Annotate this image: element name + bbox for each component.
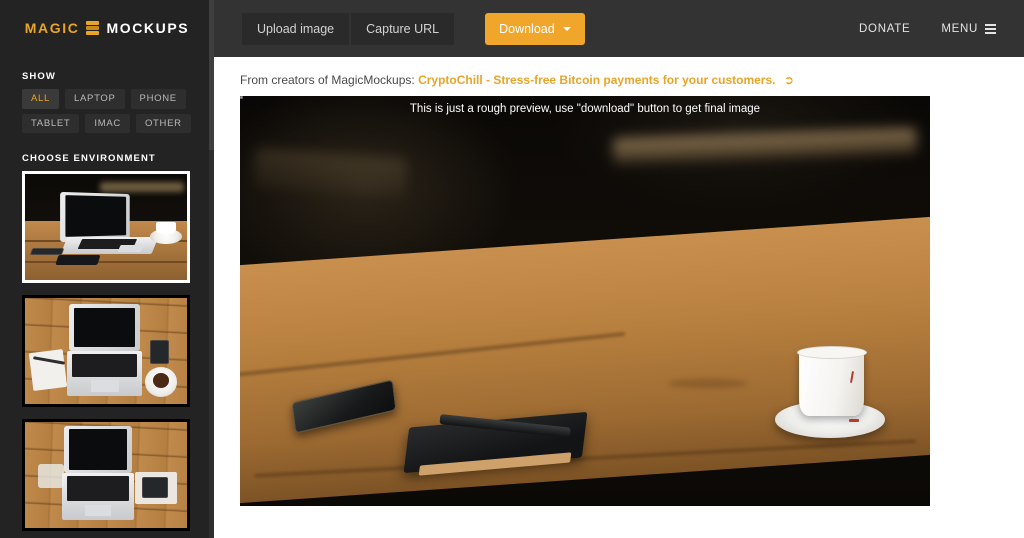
upload-image-button[interactable]: Upload image xyxy=(242,12,350,45)
filter-chip-all[interactable]: ALL xyxy=(22,89,60,109)
promo-prefix: From creators of MagicMockups: xyxy=(240,73,415,87)
preview-photo: MacBook Air xyxy=(240,96,930,506)
logo-text-magic: MAGIC xyxy=(24,20,80,36)
filter-chip-laptop[interactable]: LAPTOP xyxy=(65,89,125,109)
environment-thumbnail-2[interactable] xyxy=(22,295,190,407)
table-grain xyxy=(667,378,748,388)
promo-link[interactable]: CryptoChill - Stress-free Bitcoin paymen… xyxy=(418,73,775,87)
app-logo[interactable]: MAGIC MOCKUPS xyxy=(0,0,214,56)
environment-thumbnail-3[interactable] xyxy=(22,419,190,531)
promo-banner: From creators of MagicMockups: CryptoChi… xyxy=(214,57,1024,96)
stacked-bars-icon xyxy=(86,20,100,36)
filter-chip-group: ALL LAPTOP PHONE TABLET IMAC OTHER xyxy=(0,89,214,133)
saucer-logo xyxy=(848,419,859,423)
environment-thumbnail-1[interactable] xyxy=(22,171,190,283)
environment-thumbnail-list xyxy=(0,171,214,531)
filter-chip-phone[interactable]: PHONE xyxy=(130,89,186,109)
choose-environment-label: CHOOSE ENVIRONMENT xyxy=(22,153,156,164)
menu-label: MENU xyxy=(941,22,978,35)
coffee-cup-rim xyxy=(796,346,867,360)
menu-button[interactable]: MENU xyxy=(941,23,996,35)
filter-chip-other[interactable]: OTHER xyxy=(135,113,191,133)
thumbnail-scene-macbook-flatlay-coffee xyxy=(25,298,187,404)
header-actions-right: DONATE MENU xyxy=(859,23,996,35)
mockup-preview[interactable]: MacBook Air xyxy=(240,96,930,506)
top-header-bar: Upload image Capture URL Download DONATE… xyxy=(214,0,1024,57)
show-label: SHOW xyxy=(22,71,56,82)
magic-mockups-app: MAGIC MOCKUPS SHOW ALL LAPTOP PHONE TABL… xyxy=(0,0,1024,538)
download-button-label: Download xyxy=(499,21,555,36)
chevron-down-icon[interactable] xyxy=(562,26,571,31)
download-button[interactable]: Download xyxy=(485,12,585,45)
thumbnail-scene-macbook-angled xyxy=(25,174,187,280)
donate-link[interactable]: DONATE xyxy=(859,23,910,35)
logo-text-mockups: MOCKUPS xyxy=(106,20,190,36)
thumbnail-scene-macbook-flatlay-glass xyxy=(25,422,187,528)
environment-section: CHOOSE ENVIRONMENT xyxy=(0,133,214,531)
show-filter-section: SHOW ALL LAPTOP PHONE TABLET IMAC OTHER xyxy=(0,56,214,133)
header-actions-left: Upload image Capture URL Download xyxy=(242,12,585,45)
sidebar: MAGIC MOCKUPS SHOW ALL LAPTOP PHONE TABL… xyxy=(0,0,214,538)
coffee-cup-prop xyxy=(798,350,865,416)
arrow-up-right-icon[interactable]: ➲ xyxy=(784,73,794,87)
filter-chip-tablet[interactable]: TABLET xyxy=(22,113,80,133)
hamburger-menu-icon xyxy=(985,23,996,34)
filter-chip-imac[interactable]: IMAC xyxy=(85,113,130,133)
main-content: From creators of MagicMockups: CryptoChi… xyxy=(214,57,1024,538)
capture-url-button[interactable]: Capture URL xyxy=(351,12,455,45)
preview-note: This is just a rough preview, use "downl… xyxy=(409,103,761,115)
